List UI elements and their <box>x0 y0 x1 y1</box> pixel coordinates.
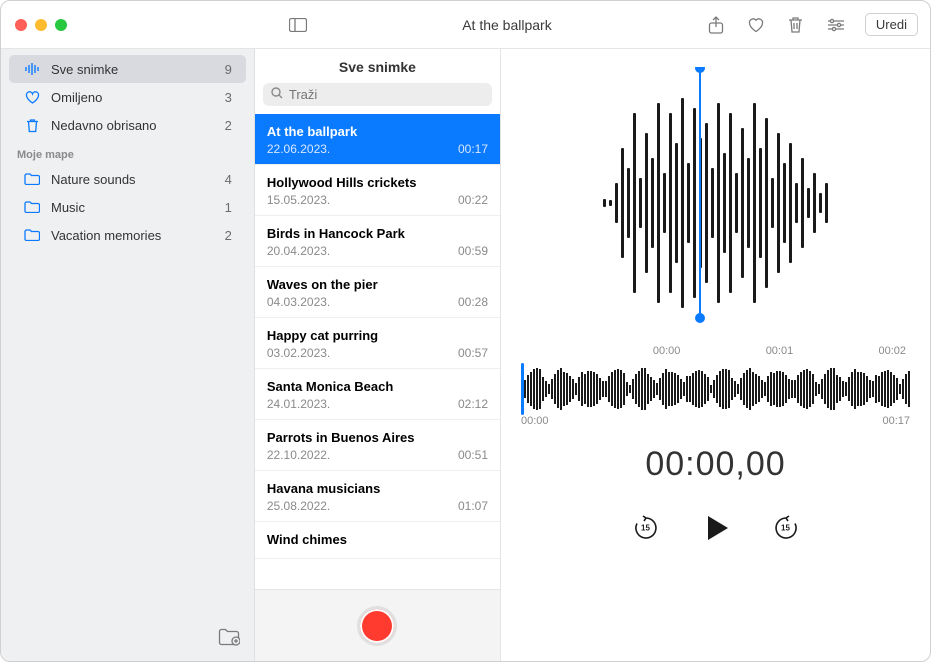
recording-item-duration: 00:57 <box>458 346 488 360</box>
recording-list-item[interactable]: Birds in Hancock Park 20.04.2023. 00:59 <box>255 216 500 267</box>
timeline-labels-large: 00:00 00:01 00:02 <box>521 345 910 357</box>
app-window: At the ballpark Uredi Sve snimke <box>0 0 931 662</box>
edit-button[interactable]: Uredi <box>865 13 918 36</box>
recording-item-duration: 00:28 <box>458 295 488 309</box>
folder-icon <box>23 201 41 213</box>
sidebar-item-count: 2 <box>225 228 232 243</box>
search-input[interactable] <box>289 87 484 102</box>
waveform-large[interactable]: 00:00 00:01 00:02 <box>521 67 910 357</box>
list-header: Sve snimke <box>255 49 500 83</box>
recording-item-title: Parrots in Buenos Aires <box>267 430 488 445</box>
maximize-window-button[interactable] <box>55 19 67 31</box>
recording-item-date: 22.06.2023. <box>267 142 330 156</box>
record-bar <box>255 589 500 661</box>
time-display: 00:00,00 <box>521 445 910 484</box>
detail-panel: 00:00 00:01 00:02 00:00 00:17 00:00,00 <box>501 49 930 661</box>
sidebar: Sve snimke 9 Omiljeno 3 Nedavno obrisano… <box>1 49 255 661</box>
sidebar-folder-item[interactable]: Vacation memories 2 <box>9 221 246 249</box>
sidebar-item-label: Vacation memories <box>51 228 215 243</box>
recording-item-duration: 00:22 <box>458 193 488 207</box>
search-icon <box>271 87 283 102</box>
recording-list-item[interactable]: Parrots in Buenos Aires 22.10.2022. 00:5… <box>255 420 500 471</box>
sidebar-smart-item[interactable]: Sve snimke 9 <box>9 55 246 83</box>
recording-list-item[interactable]: Wind chimes <box>255 522 500 559</box>
recording-item-title: Santa Monica Beach <box>267 379 488 394</box>
sidebar-item-count: 4 <box>225 172 232 187</box>
sidebar-item-count: 3 <box>225 90 232 105</box>
waveform-icon <box>23 63 41 75</box>
recording-item-date: 04.03.2023. <box>267 295 330 309</box>
recording-item-title: Havana musicians <box>267 481 488 496</box>
recording-item-date: 20.04.2023. <box>267 244 330 258</box>
recording-list-item[interactable]: Santa Monica Beach 24.01.2023. 02:12 <box>255 369 500 420</box>
playhead-small[interactable] <box>521 363 524 415</box>
titlebar: At the ballpark Uredi <box>1 1 930 49</box>
folder-icon <box>23 173 41 185</box>
recording-item-title: Wind chimes <box>267 532 488 547</box>
settings-sliders-icon[interactable] <box>825 14 847 36</box>
recording-title: At the ballpark <box>321 17 693 33</box>
toggle-sidebar-icon[interactable] <box>287 14 309 36</box>
recording-item-date: 22.10.2022. <box>267 448 330 462</box>
recording-item-date: 15.05.2023. <box>267 193 330 207</box>
sidebar-section-header: Moje mape <box>1 139 254 165</box>
sidebar-smart-item[interactable]: Omiljeno 3 <box>9 83 246 111</box>
share-icon[interactable] <box>705 14 727 36</box>
recording-item-duration: 00:59 <box>458 244 488 258</box>
recording-item-title: Hollywood Hills crickets <box>267 175 488 190</box>
recording-item-date: 25.08.2022. <box>267 499 330 513</box>
recording-item-date: 24.01.2023. <box>267 397 330 411</box>
sidebar-folder-item[interactable]: Nature sounds 4 <box>9 165 246 193</box>
playhead-large[interactable] <box>699 67 701 319</box>
sidebar-folder-item[interactable]: Music 1 <box>9 193 246 221</box>
trash-icon <box>23 118 41 133</box>
sidebar-item-label: Nature sounds <box>51 172 215 187</box>
sidebar-item-label: Music <box>51 200 215 215</box>
sidebar-item-count: 2 <box>225 118 232 133</box>
recording-item-title: Birds in Hancock Park <box>267 226 488 241</box>
recording-item-title: At the ballpark <box>267 124 488 139</box>
recording-item-date: 03.02.2023. <box>267 346 330 360</box>
overview-start-time: 00:00 <box>521 415 549 427</box>
minimize-window-button[interactable] <box>35 19 47 31</box>
recording-item-duration: 00:17 <box>458 142 488 156</box>
recording-item-duration: 00:51 <box>458 448 488 462</box>
recording-list-item[interactable]: Happy cat purring 03.02.2023. 00:57 <box>255 318 500 369</box>
heart-icon <box>23 91 41 104</box>
new-folder-icon[interactable] <box>218 628 240 651</box>
sidebar-item-label: Sve snimke <box>51 62 215 77</box>
folder-icon <box>23 229 41 241</box>
skip-forward-button[interactable]: 15 <box>772 514 800 542</box>
recording-list-item[interactable]: Waves on the pier 04.03.2023. 00:28 <box>255 267 500 318</box>
recording-item-title: Waves on the pier <box>267 277 488 292</box>
delete-icon[interactable] <box>785 14 807 36</box>
recording-list-item[interactable]: At the ballpark 22.06.2023. 00:17 <box>255 114 500 165</box>
transport-controls: 15 15 <box>521 512 910 544</box>
skip-back-button[interactable]: 15 <box>632 514 660 542</box>
sidebar-item-label: Nedavno obrisano <box>51 118 215 133</box>
recording-item-duration: 01:07 <box>458 499 488 513</box>
waveform-overview[interactable]: 00:00 00:17 <box>521 367 910 427</box>
recording-list-item[interactable]: Hollywood Hills crickets 15.05.2023. 00:… <box>255 165 500 216</box>
record-button[interactable] <box>357 606 397 646</box>
recordings-list-column: Sve snimke At the ballpark 22.06.2023. 0… <box>255 49 501 661</box>
search-field[interactable] <box>263 83 492 106</box>
sidebar-smart-item[interactable]: Nedavno obrisano 2 <box>9 111 246 139</box>
window-controls <box>1 1 81 48</box>
sidebar-item-label: Omiljeno <box>51 90 215 105</box>
sidebar-item-count: 1 <box>225 200 232 215</box>
play-button[interactable] <box>700 512 732 544</box>
overview-end-time: 00:17 <box>882 415 910 427</box>
recording-item-title: Happy cat purring <box>267 328 488 343</box>
sidebar-item-count: 9 <box>225 62 232 77</box>
recording-list-item[interactable]: Havana musicians 25.08.2022. 01:07 <box>255 471 500 522</box>
recording-item-duration: 02:12 <box>458 397 488 411</box>
close-window-button[interactable] <box>15 19 27 31</box>
favorite-icon[interactable] <box>745 14 767 36</box>
